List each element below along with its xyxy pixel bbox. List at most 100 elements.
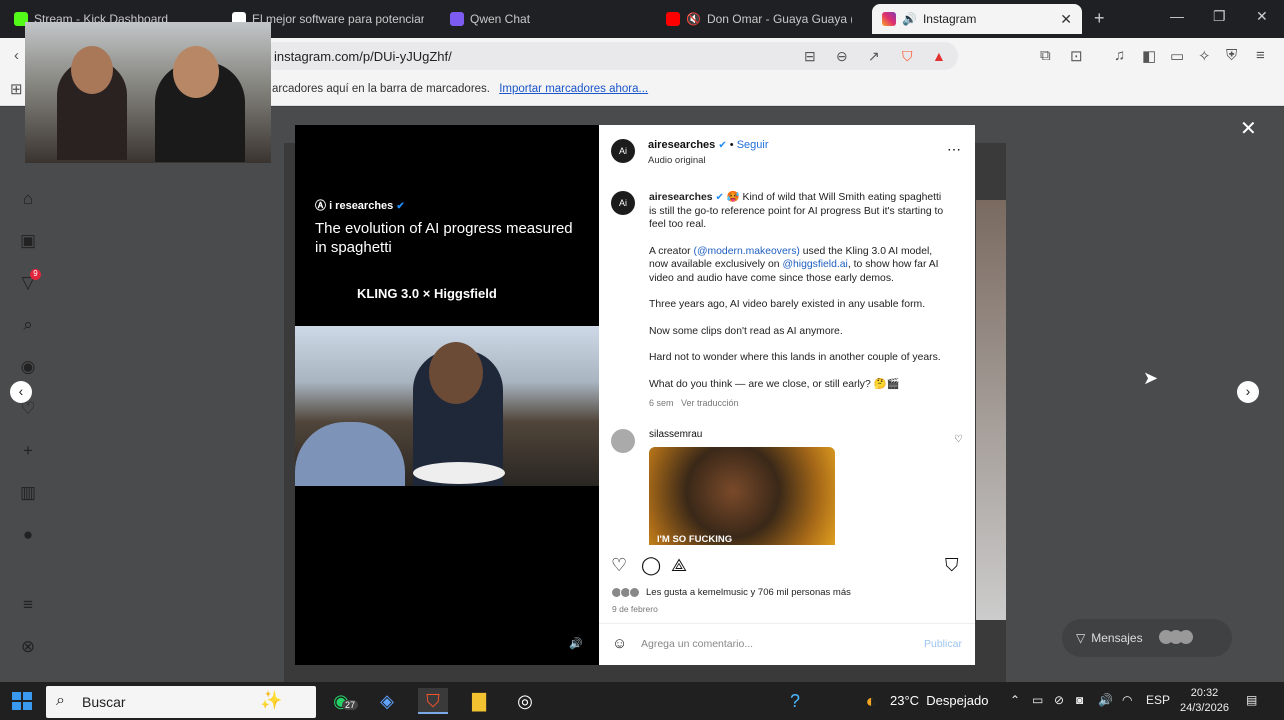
audio-icon[interactable]: 🔊 <box>569 637 583 650</box>
file-explorer-icon[interactable]: ▇ <box>464 688 494 714</box>
extensions-icon[interactable]: ⧉ <box>1040 47 1051 64</box>
threads-icon[interactable]: ⊗ <box>17 637 39 659</box>
clock[interactable]: 20:32 24/3/2026 <box>1180 686 1229 716</box>
rewards-icon[interactable]: ▲ <box>932 48 946 64</box>
like-comment-icon[interactable]: ♡ <box>954 434 963 445</box>
back-icon[interactable]: ‹ <box>14 47 19 64</box>
verified-icon: ✔ <box>715 192 724 203</box>
camera-icon[interactable]: ◙ <box>1076 693 1083 707</box>
post-username[interactable]: airesearches <box>648 139 715 151</box>
url-text[interactable]: instagram.com/p/DUi-yJUgZhf/ <box>274 49 452 64</box>
avatar[interactable]: Ai <box>611 191 635 215</box>
tab-youtube[interactable]: 🔇 Don Omar - Guaya Guaya (Lyr <box>666 6 852 32</box>
menu-icon[interactable]: ≡ <box>1256 47 1265 64</box>
avatar[interactable]: Ai <box>611 139 635 163</box>
explore-icon[interactable]: ◉ <box>17 357 39 379</box>
tab-qwen[interactable]: Qwen Chat <box>450 6 640 32</box>
address-bar[interactable]: instagram.com/p/DUi-yJUgZhf/ ⊟ ⊖ ↗ ⛉ ▲ <box>262 42 958 70</box>
like-icon[interactable]: ♡ <box>611 555 627 576</box>
mention-link[interactable]: (@modern.makeovers) <box>693 246 799 257</box>
copilot-icon[interactable]: ◈ <box>372 688 402 714</box>
help-icon[interactable]: ? <box>780 688 810 714</box>
comment-image[interactable]: I'M SO FUCKING <box>649 447 835 545</box>
comment-icon[interactable]: ◯ <box>641 555 661 576</box>
emoji-icon[interactable]: ☺ <box>612 635 627 652</box>
youtube-icon <box>666 12 680 26</box>
previous-post-button[interactable]: ‹ <box>10 381 32 403</box>
minimize-button[interactable]: — <box>1170 8 1184 24</box>
create-icon[interactable]: + <box>17 441 39 463</box>
messages-button[interactable]: ▽ Mensajes <box>1062 619 1232 657</box>
close-tab-icon[interactable]: ✕ <box>1060 11 1072 28</box>
close-window-button[interactable]: ✕ <box>1256 8 1268 25</box>
next-post-button[interactable]: › <box>1237 381 1259 403</box>
mention-link[interactable]: @higgsfield.ai <box>782 259 847 270</box>
zoom-icon[interactable]: ⊖ <box>836 48 848 65</box>
new-tab-button[interactable]: + <box>1094 8 1105 29</box>
start-button[interactable] <box>12 692 32 710</box>
battery-icon[interactable]: ▭ <box>1032 693 1043 707</box>
music-icon[interactable]: ♫ <box>1114 47 1125 64</box>
post-video[interactable]: Ⓐ i researches ✔ The evolution of AI pro… <box>295 125 599 665</box>
whatsapp-badge: 27 <box>342 700 359 710</box>
instagram-icon <box>882 12 896 26</box>
video-title: The evolution of AI progress measured in… <box>315 220 573 256</box>
qwen-icon <box>450 12 464 26</box>
weather-icon: ◐ <box>865 691 877 711</box>
apps-icon[interactable]: ⊞ <box>10 80 23 98</box>
share-icon[interactable]: ⟁ <box>671 555 687 576</box>
share-icon[interactable]: ↗ <box>868 48 880 65</box>
wifi-icon[interactable]: ◠ <box>1122 693 1132 707</box>
post-age: 6 sem <box>649 398 674 408</box>
post-caption: airesearches ✔ 🥵 Kind of wild that Will … <box>649 192 944 390</box>
verified-icon: ✔ <box>718 140 727 151</box>
more-options-icon[interactable]: ⋯ <box>947 141 961 158</box>
audio-label[interactable]: Audio original <box>648 155 706 166</box>
taskbar-search[interactable]: ⌕ Buscar ✨ <box>46 686 316 718</box>
webcam-overlay <box>25 22 271 163</box>
tab-instagram[interactable]: 🔊 Instagram ✕ <box>872 4 1082 34</box>
obs-icon[interactable]: ◎ <box>510 688 540 714</box>
wallet-icon[interactable]: ▭ <box>1170 47 1184 65</box>
ai-logo-icon: Ⓐ <box>315 200 326 212</box>
avatar[interactable] <box>611 429 635 453</box>
maximize-button[interactable]: ❐ <box>1213 8 1226 25</box>
brave-icon[interactable]: ⛉ <box>418 688 448 714</box>
weather-widget[interactable]: 23°C Despejado <box>890 693 988 708</box>
more-icon[interactable]: ≡ <box>17 595 39 617</box>
leo-icon[interactable]: ✧ <box>1198 47 1211 65</box>
verified-icon: ✔ <box>396 201 405 212</box>
brave-shield-icon[interactable]: ⛉ <box>902 48 913 65</box>
reels-icon[interactable]: ▣ <box>17 231 39 253</box>
chevron-up-icon[interactable]: ⌃ <box>1010 693 1020 707</box>
notification-center-icon[interactable]: ▤ <box>1246 693 1257 707</box>
follow-button[interactable]: Seguir <box>737 139 769 151</box>
publish-button[interactable]: Publicar <box>924 638 962 650</box>
likes-summary[interactable]: Les gusta a kemelmusic y 706 mil persona… <box>611 587 851 598</box>
home-icon[interactable]: ⌂ <box>17 189 39 211</box>
sidebar-icon[interactable]: ◧ <box>1142 47 1156 65</box>
vpn-icon[interactable]: ⛨ <box>1226 47 1237 64</box>
dashboard-icon[interactable]: ▥ <box>17 483 39 505</box>
bookmarks-hint: arcadores aquí en la barra de marcadores… <box>272 83 490 95</box>
tab-search-icon[interactable]: ⊡ <box>1070 47 1083 65</box>
profile-icon[interactable]: ● <box>17 525 39 547</box>
close-modal-icon[interactable]: ✕ <box>1240 116 1257 141</box>
import-bookmarks-link[interactable]: Importar marcadores ahora... <box>499 83 648 95</box>
video-frame <box>295 326 599 486</box>
speaker-icon: 🔊 <box>902 12 917 26</box>
video-brand: Ⓐ i researches ✔ <box>315 200 405 212</box>
translate-link[interactable]: Ver traducción <box>681 398 739 408</box>
language-indicator[interactable]: ESP <box>1146 693 1170 707</box>
search-icon[interactable]: ⌕ <box>17 315 39 337</box>
network-icon[interactable]: ⊘ <box>1054 693 1064 707</box>
mouse-cursor-icon: ➤ <box>1143 368 1159 388</box>
install-icon[interactable]: ⊟ <box>804 48 816 65</box>
post-panel: Ai airesearches ✔ • Seguir Audio origina… <box>599 125 975 665</box>
volume-icon[interactable]: 🔊 <box>1098 693 1113 707</box>
background-image <box>976 200 1006 620</box>
comment-username[interactable]: silassemrau <box>649 429 702 440</box>
sparkle-icon: ✨ <box>260 690 283 710</box>
comment-input[interactable]: Agrega un comentario... <box>641 638 753 650</box>
bookmark-icon[interactable]: ⛉ <box>945 555 959 576</box>
